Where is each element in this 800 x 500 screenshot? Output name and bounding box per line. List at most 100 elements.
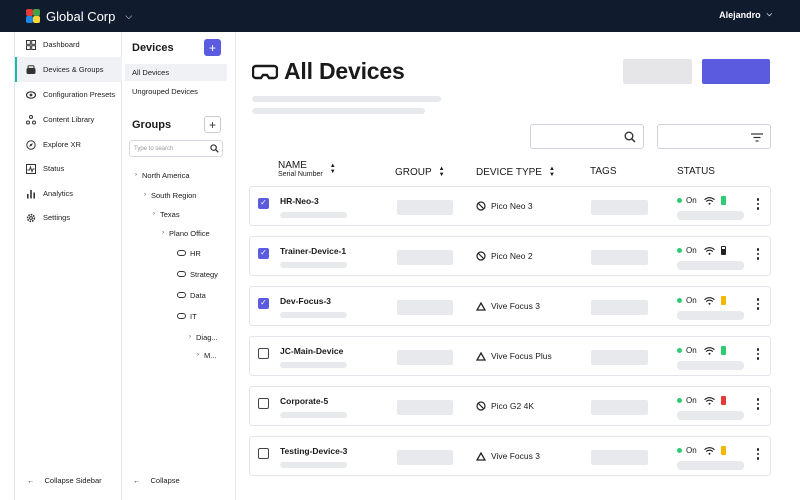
online-dot-icon [677, 348, 682, 353]
sidebar-item-analytics[interactable]: Analytics [15, 181, 122, 206]
sidebar-item-label: Status [43, 164, 65, 173]
status-label: On [686, 446, 697, 455]
primary-action-button[interactable] [702, 59, 770, 84]
tags-skeleton [591, 250, 648, 265]
org-chevron-down-icon[interactable]: ⌵ [125, 11, 132, 22]
org-name[interactable]: Global Corp [46, 9, 115, 24]
secondary-action-button[interactable] [623, 59, 692, 84]
device-status: On [677, 246, 726, 255]
devices-icon [26, 64, 36, 75]
table-row[interactable]: ✓ HR-Neo-3 Pico Neo 3 On [249, 186, 771, 226]
serial-skeleton [280, 412, 347, 418]
add-device-button[interactable]: + [204, 39, 221, 56]
group-search-input[interactable]: Type to search [129, 140, 223, 157]
tree-node-label: South Region [151, 190, 197, 200]
status-label: On [686, 196, 697, 205]
sidebar-item-explore-xr[interactable]: Explore XR [15, 132, 122, 157]
device-type-label: Vive Focus Plus [491, 351, 552, 361]
dashboard-icon [26, 39, 36, 50]
tree-node-label: North America [142, 170, 190, 180]
serial-skeleton [280, 262, 347, 268]
tree-node-m[interactable]: › M... [197, 349, 217, 361]
user-menu[interactable]: Alejandro ⌵ [719, 10, 772, 20]
table-row[interactable]: Testing-Device-3 Vive Focus 3 On [249, 436, 771, 476]
ungrouped-devices-link[interactable]: Ungrouped Devices [125, 83, 227, 100]
serial-skeleton [280, 212, 347, 218]
battery-icon [720, 296, 726, 305]
sort-icon: ▲ ▼ [548, 166, 555, 178]
row-checkbox[interactable]: ✓ [258, 298, 269, 309]
status-label: On [686, 396, 697, 405]
tree-node-south-region[interactable]: › South Region [144, 189, 196, 201]
device-type-label: Pico Neo 3 [491, 201, 533, 211]
sidebar-item-content-library[interactable]: Content Library [15, 107, 122, 132]
device-name[interactable]: Corporate-5 [280, 396, 328, 406]
vive-logo-icon [476, 351, 486, 361]
wifi-icon [703, 246, 715, 255]
row-checkbox[interactable] [258, 448, 269, 459]
group-skeleton [397, 350, 453, 365]
device-name[interactable]: Testing-Device-3 [280, 446, 347, 456]
arrow-left-icon: ← [133, 476, 141, 485]
org-logo-icon [26, 9, 40, 23]
top-bar: Global Corp ⌵ Alejandro ⌵ [0, 0, 800, 32]
sidebar-item-dashboard[interactable]: Dashboard [15, 32, 122, 57]
tree-node-it[interactable]: IT [177, 310, 197, 322]
row-menu-icon[interactable] [756, 348, 760, 360]
device-type: Pico Neo 2 [476, 251, 533, 261]
tree-node-plano-office[interactable]: › Plano Office [162, 227, 210, 239]
collapse-sidebar-button[interactable]: ← Collapse Sidebar [27, 476, 102, 485]
device-name[interactable]: JC-Main-Device [280, 346, 343, 356]
row-checkbox[interactable]: ✓ [258, 248, 269, 259]
table-row[interactable]: ✓ Trainer-Device-1 Pico Neo 2 On [249, 236, 771, 276]
row-menu-icon[interactable] [756, 448, 760, 460]
all-devices-link[interactable]: All Devices [125, 64, 227, 81]
sidebar-item-settings[interactable]: Settings [15, 205, 122, 230]
sidebar-item-label: Configuration Presets [43, 90, 116, 99]
column-serial-label: Serial Number [278, 171, 323, 178]
table-row[interactable]: Corporate-5 Pico G2 4K On [249, 386, 771, 426]
status-label: On [686, 296, 697, 305]
table-row[interactable]: JC-Main-Device Vive Focus Plus On [249, 336, 771, 376]
tree-node-data[interactable]: Data [177, 289, 206, 301]
row-menu-icon[interactable] [756, 298, 760, 310]
sidebar-item-configuration-presets[interactable]: Configuration Presets [15, 82, 122, 107]
device-search-input[interactable] [530, 124, 644, 149]
row-checkbox[interactable]: ✓ [258, 198, 269, 209]
chevron-right-icon: › [162, 230, 164, 236]
status-skeleton [677, 361, 744, 370]
device-name[interactable]: Trainer-Device-1 [280, 246, 346, 256]
device-name[interactable]: HR-Neo-3 [280, 196, 319, 206]
filter-dropdown[interactable] [657, 124, 771, 149]
skeleton-line [252, 96, 441, 102]
check-icon: ✓ [260, 298, 267, 307]
row-menu-icon[interactable] [756, 248, 760, 260]
battery-icon [720, 196, 726, 205]
sidebar-item-label: Explore XR [43, 140, 81, 149]
tree-node-label: Strategy [190, 269, 218, 279]
row-checkbox[interactable] [258, 398, 269, 409]
add-group-button[interactable]: + [204, 116, 221, 133]
wifi-icon [703, 446, 715, 455]
chevron-right-icon: › [135, 172, 137, 178]
tree-node-hr[interactable]: HR [177, 247, 201, 259]
status-label: On [686, 246, 697, 255]
sidebar-item-status[interactable]: Status [15, 156, 122, 181]
tree-node-diag[interactable]: › Diag... [189, 331, 218, 343]
row-checkbox[interactable] [258, 348, 269, 359]
sidebar-item-devices-groups[interactable]: Devices & Groups [15, 57, 122, 82]
tree-node-north-america[interactable]: › North America [135, 169, 190, 181]
device-name[interactable]: Dev-Focus-3 [280, 296, 331, 306]
collapse-panel-button[interactable]: ← Collapse [133, 476, 180, 485]
row-menu-icon[interactable] [756, 198, 760, 210]
sidebar-item-label: Content Library [43, 115, 95, 124]
tree-node-texas[interactable]: › Texas [153, 208, 180, 220]
column-header-group[interactable]: GROUP ▲ ▼ [395, 166, 445, 178]
tree-node-strategy[interactable]: Strategy [177, 268, 218, 280]
table-row[interactable]: ✓ Dev-Focus-3 Vive Focus 3 On [249, 286, 771, 326]
row-menu-icon[interactable] [756, 398, 760, 410]
column-header-name[interactable]: NAME Serial Number ▲ ▼ [278, 160, 336, 178]
status-skeleton [677, 261, 744, 270]
column-header-device-type[interactable]: DEVICE TYPE ▲ ▼ [476, 166, 555, 178]
online-dot-icon [677, 398, 682, 403]
